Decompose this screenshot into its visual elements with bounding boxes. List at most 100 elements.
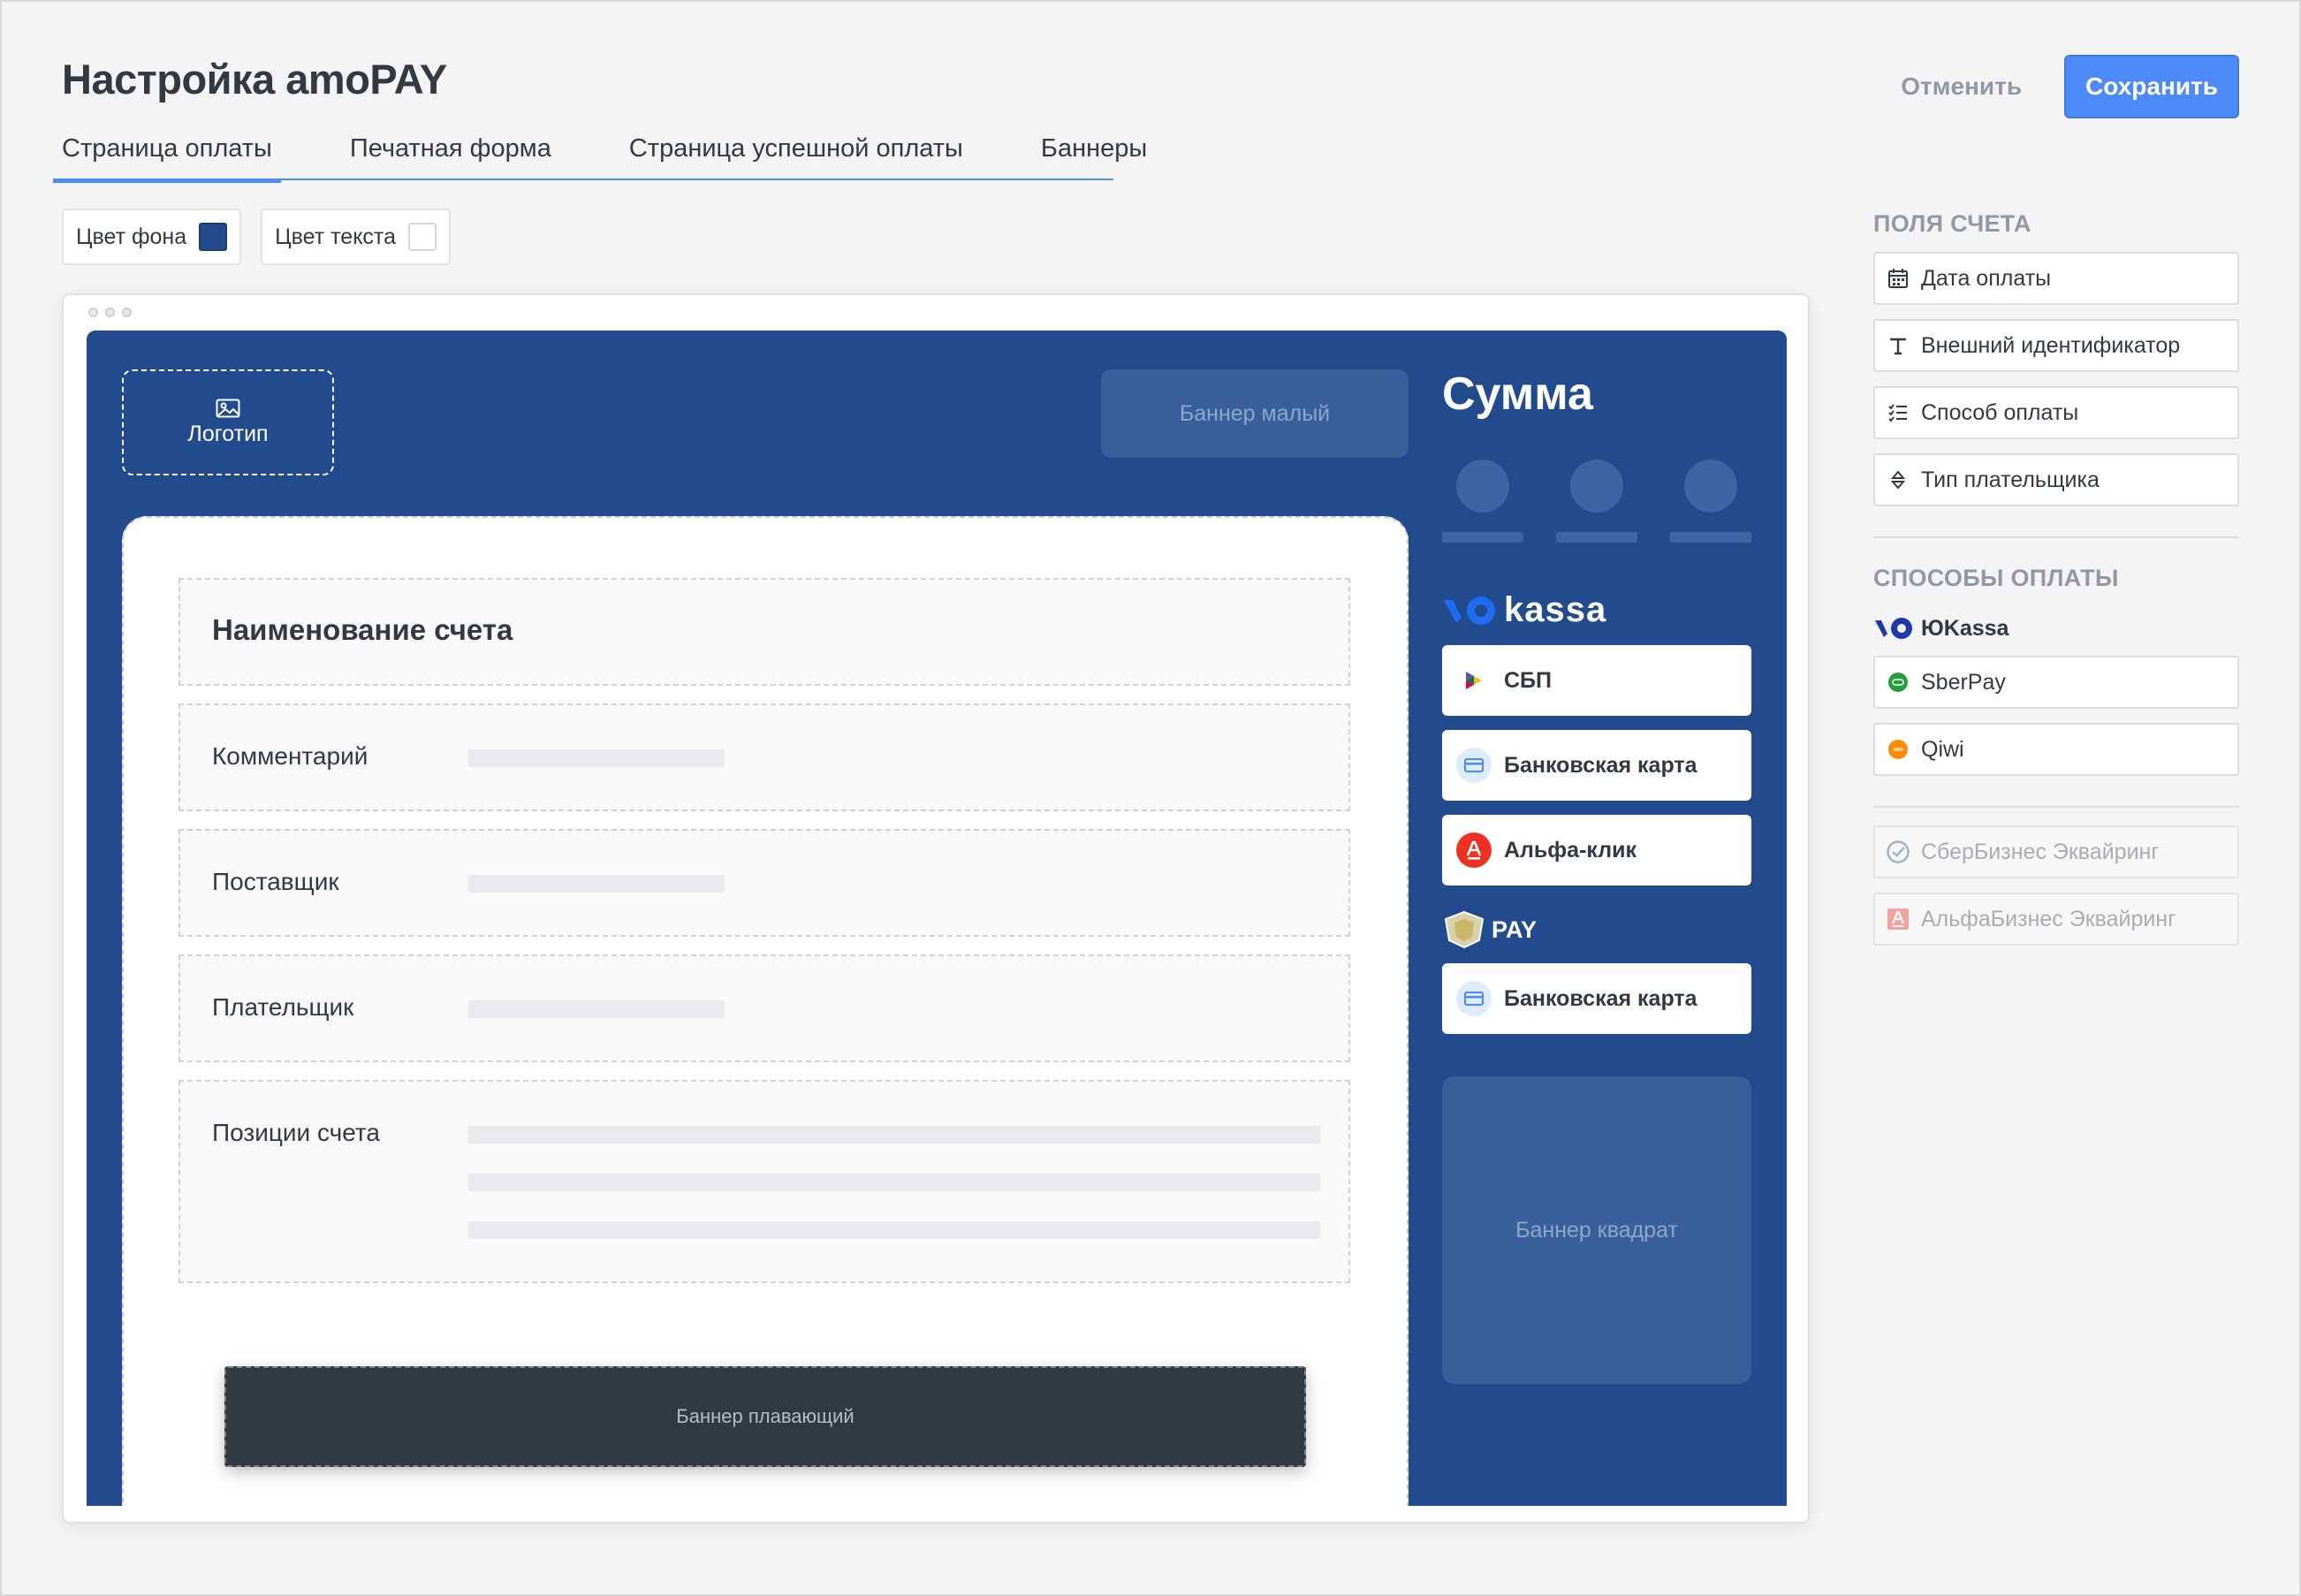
comment-label: Комментарий bbox=[212, 742, 368, 770]
field-label: Внешний идентификатор bbox=[1921, 332, 2181, 358]
method-label: СберБизнес Эквайринг bbox=[1921, 839, 2160, 864]
calendar-icon bbox=[1886, 266, 1910, 291]
bg-color-swatch[interactable] bbox=[199, 223, 228, 251]
bg-color-picker[interactable]: Цвет фона bbox=[62, 209, 242, 265]
method-sberbusiness[interactable]: СберБизнес Эквайринг bbox=[1873, 825, 2239, 878]
tinkoff-icon bbox=[1444, 910, 1485, 949]
divider bbox=[1873, 536, 2239, 538]
logo-label: Логотип bbox=[187, 421, 269, 446]
method-label: Альфа-клик bbox=[1504, 837, 1637, 863]
sort-icon bbox=[1886, 467, 1910, 492]
banner-small[interactable]: Баннер малый bbox=[1101, 369, 1409, 458]
step-circle bbox=[1456, 460, 1509, 513]
card-icon bbox=[1456, 748, 1492, 783]
placeholder-line bbox=[468, 1221, 1320, 1239]
top-actions: Отменить Сохранить bbox=[1883, 55, 2239, 118]
sberpay-icon bbox=[1886, 670, 1910, 695]
color-pickers: Цвет фона Цвет текста bbox=[62, 209, 451, 265]
tab-bar: Страница оплаты Печатная форма Страница … bbox=[53, 124, 1147, 183]
invoice-title-field[interactable]: Наименование счета bbox=[178, 578, 1350, 686]
logo-placeholder[interactable]: Логотип bbox=[122, 369, 334, 475]
tab-payment-page[interactable]: Страница оплаты bbox=[53, 124, 281, 183]
placeholder-line bbox=[468, 749, 725, 767]
field-payment-method[interactable]: Способ оплаты bbox=[1873, 386, 2239, 439]
field-external-id[interactable]: Внешний идентификатор bbox=[1873, 319, 2239, 372]
sber-icon bbox=[1886, 840, 1910, 864]
field-label: Тип плательщика bbox=[1921, 467, 2100, 492]
step-placeholder bbox=[1556, 460, 1637, 543]
save-button[interactable]: Сохранить bbox=[2064, 55, 2239, 118]
tab-print-form[interactable]: Печатная форма bbox=[341, 124, 560, 180]
text-color-label: Цвет текста bbox=[275, 224, 396, 249]
supplier-label: Поставщик bbox=[212, 868, 339, 895]
step-bar bbox=[1556, 532, 1637, 543]
text-color-picker[interactable]: Цвет текста bbox=[261, 209, 451, 265]
bg-color-label: Цвет фона bbox=[76, 224, 187, 249]
field-label: Дата оплаты bbox=[1921, 265, 2052, 291]
yookassa-logo: kassa bbox=[1442, 590, 1606, 630]
qiwi-icon bbox=[1886, 737, 1910, 762]
method-alfabusiness[interactable]: АльфаБизнес Эквайринг bbox=[1873, 893, 2239, 946]
yookassa-icon bbox=[1444, 596, 1495, 625]
method-label: SberPay bbox=[1921, 669, 2006, 695]
payer-field[interactable]: Плательщик bbox=[178, 954, 1350, 1062]
field-payer-type[interactable]: Тип плательщика bbox=[1873, 453, 2239, 506]
step-bar bbox=[1670, 532, 1751, 543]
yookassa-brand: ЮKassa bbox=[1873, 615, 2239, 642]
text-icon bbox=[1886, 333, 1910, 358]
tab-success-page[interactable]: Страница успешной оплаты bbox=[620, 124, 972, 180]
invoice-card: Наименование счета Комментарий Поставщик… bbox=[122, 516, 1409, 1506]
method-label: АльфаБизнес Эквайринг bbox=[1921, 906, 2176, 931]
settings-sidebar: Поля счета Дата оплаты Внешний идентифик… bbox=[1873, 210, 2239, 946]
checklist-icon bbox=[1886, 400, 1910, 425]
method-label: Qiwi bbox=[1921, 736, 1964, 762]
amount-steps bbox=[1442, 460, 1751, 543]
yookassa-label: ЮKassa bbox=[1921, 615, 2009, 641]
banner-floating[interactable]: Баннер плавающий bbox=[224, 1366, 1306, 1467]
payment-sidebar: Сумма kassa СБП Банковская карта Альфа-к… bbox=[1442, 331, 1751, 1506]
items-field[interactable]: Позиции счета bbox=[178, 1080, 1350, 1283]
tinkoff-pay-logo: PAY bbox=[1442, 910, 1537, 949]
kassa-label: kassa bbox=[1504, 590, 1607, 629]
alfa-icon bbox=[1456, 832, 1492, 868]
tab-banners[interactable]: Баннеры bbox=[1032, 124, 1156, 180]
method-qiwi[interactable]: Qiwi bbox=[1873, 723, 2239, 776]
banner-square[interactable]: Баннер квадрат bbox=[1442, 1076, 1751, 1384]
cancel-button[interactable]: Отменить bbox=[1883, 55, 2039, 118]
preview-browser-window: Логотип Баннер малый Наименование счета … bbox=[62, 293, 1810, 1524]
window-dot bbox=[122, 308, 132, 317]
items-label: Позиции счета bbox=[212, 1119, 380, 1146]
step-circle bbox=[1570, 460, 1623, 513]
amount-label: Сумма bbox=[1442, 369, 1593, 420]
field-payment-date[interactable]: Дата оплаты bbox=[1873, 252, 2239, 305]
page-title: Настройка amoPAY bbox=[62, 56, 447, 103]
window-dot bbox=[105, 308, 115, 317]
method-label: Банковская карта bbox=[1504, 985, 1697, 1011]
invoice-title: Наименование счета bbox=[212, 613, 513, 646]
tinkoff-pay-label: PAY bbox=[1492, 916, 1538, 943]
window-dots bbox=[88, 308, 132, 317]
method-label: Банковская карта bbox=[1504, 752, 1697, 778]
method-card-button[interactable]: Банковская карта bbox=[1442, 730, 1751, 801]
method-tinkoff-card-button[interactable]: Банковская карта bbox=[1442, 963, 1751, 1034]
step-bar bbox=[1442, 532, 1523, 543]
method-sbp-button[interactable]: СБП bbox=[1442, 645, 1751, 716]
divider bbox=[1873, 806, 2239, 808]
window-dot bbox=[88, 308, 98, 317]
placeholder-line bbox=[468, 1126, 1320, 1144]
comment-field[interactable]: Комментарий bbox=[178, 703, 1350, 811]
step-placeholder bbox=[1670, 460, 1751, 543]
text-color-swatch[interactable] bbox=[408, 223, 437, 251]
supplier-field[interactable]: Поставщик bbox=[178, 829, 1350, 937]
card-icon bbox=[1456, 981, 1492, 1016]
step-placeholder bbox=[1442, 460, 1523, 543]
method-sberpay[interactable]: SberPay bbox=[1873, 656, 2239, 709]
method-label: СБП bbox=[1504, 667, 1552, 693]
method-alfa-click-button[interactable]: Альфа-клик bbox=[1442, 815, 1751, 885]
fields-heading: Поля счета bbox=[1873, 210, 2031, 237]
payment-page-preview: Логотип Баннер малый Наименование счета … bbox=[87, 331, 1787, 1506]
yookassa-icon bbox=[1875, 618, 1912, 639]
image-icon bbox=[216, 399, 240, 417]
placeholder-line bbox=[468, 1000, 725, 1018]
placeholder-line bbox=[468, 1174, 1320, 1191]
